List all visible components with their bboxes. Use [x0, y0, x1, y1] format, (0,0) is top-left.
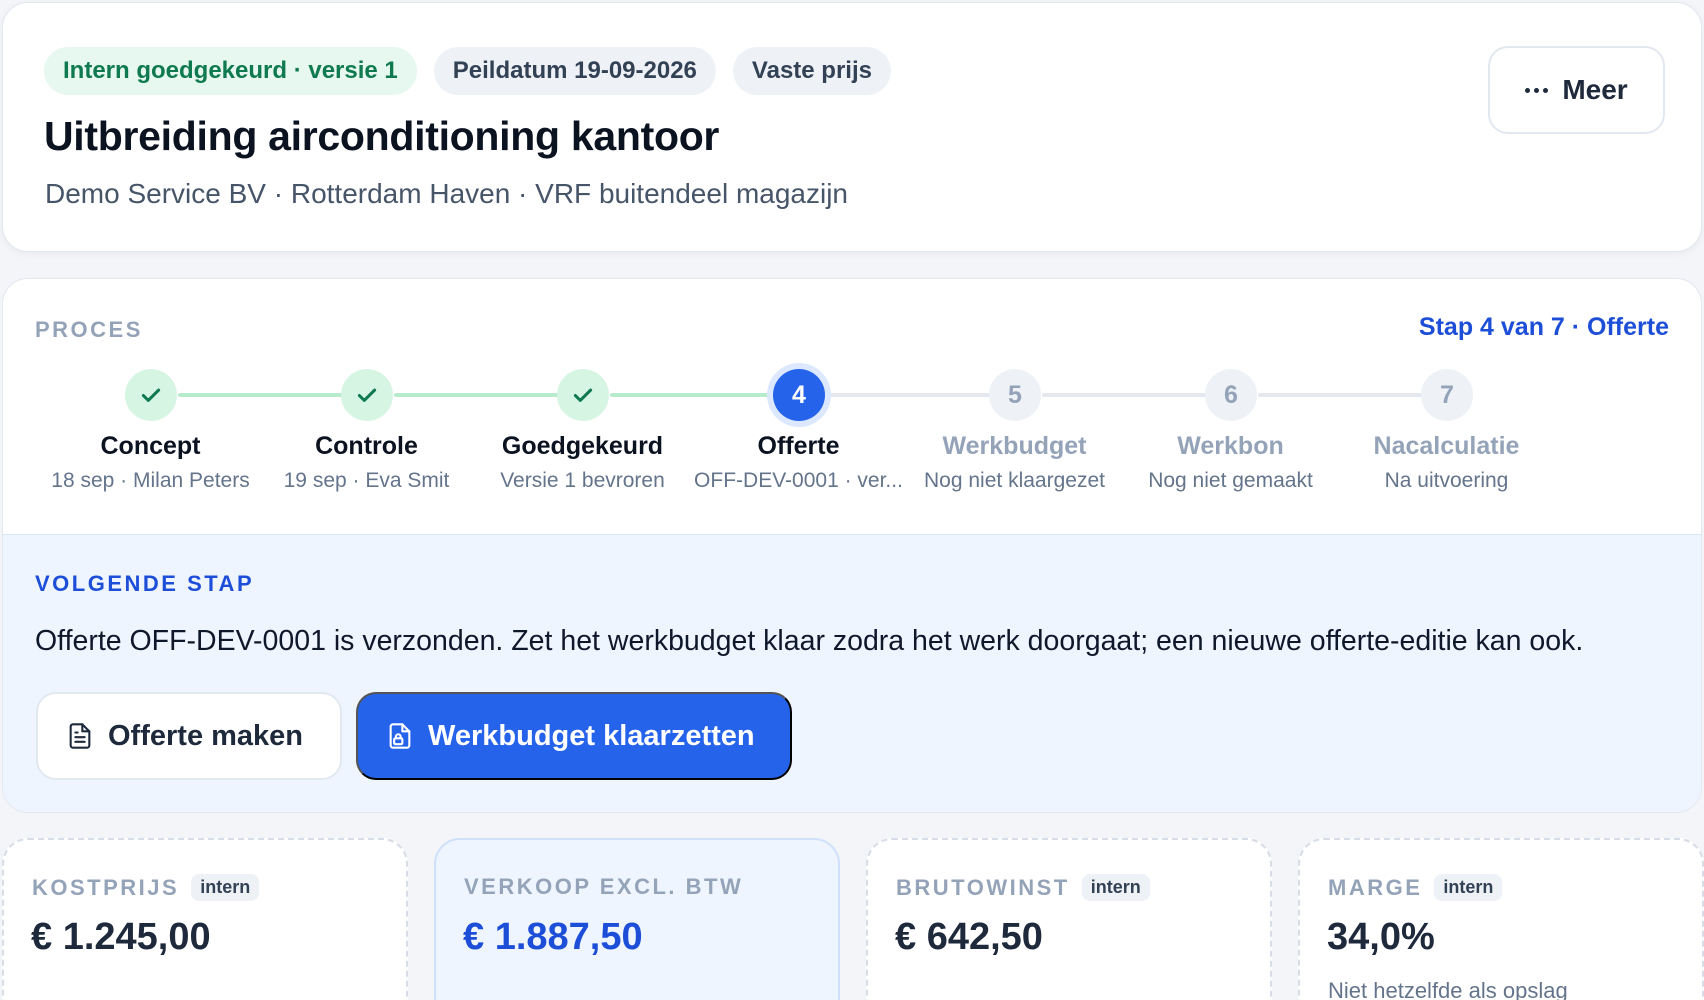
kpi-gross-value: € 642,50 [895, 916, 1043, 958]
step-goedgekeurd[interactable]: Goedgekeurd Versie 1 bevroren [465, 365, 700, 505]
step-name: Offerte [757, 432, 840, 460]
project-subtitle: Demo Service BV · Rotterdam Haven · VRF … [45, 178, 849, 209]
internal-badge: intern [191, 874, 260, 901]
step-detail: 18 sep · Milan Peters [51, 469, 250, 492]
create-quote-label: Offerte maken [108, 719, 304, 752]
kpi-cost: KOSTPRIJS intern € 1.245,00 [2, 838, 408, 1000]
step-nacalculatie[interactable]: 7 Nacalculatie Na uitvoering [1329, 365, 1564, 505]
step-name: Nacalculatie [1373, 432, 1520, 460]
create-quote-button[interactable]: Offerte maken [36, 692, 342, 780]
process-stepper: Concept 18 sep · Milan Peters Controle 1… [33, 365, 1678, 505]
prepare-budget-button[interactable]: Werkbudget klaarzetten [356, 692, 792, 780]
step-number: 4 [773, 369, 825, 421]
step-number: 7 [1421, 369, 1473, 421]
kpi-label-text: MARGE [1328, 874, 1423, 900]
reference-date-badge: Peildatum 19-09-2026 [433, 47, 716, 95]
more-button-label: Meer [1562, 74, 1628, 105]
kpi-sale-value: € 1.887,50 [463, 916, 643, 958]
process-panel: PROCES Stap 4 van 7 · Offerte Concept 18… [2, 278, 1702, 813]
more-dots-icon [1525, 87, 1549, 93]
kpi-label-text: BRUTOWINST [896, 874, 1070, 900]
kpi-margin-label: MARGE intern [1328, 874, 1503, 901]
kpi-label-text: VERKOOP EXCL. BTW [464, 874, 744, 899]
kpi-sale-label: VERKOOP EXCL. BTW [464, 874, 743, 900]
document-icon [69, 723, 91, 749]
check-icon [125, 369, 177, 421]
next-step-label: VOLGENDE STAP [35, 571, 255, 596]
kpi-sale: VERKOOP EXCL. BTW € 1.887,50 [434, 838, 840, 1000]
step-name: Werkbudget [942, 432, 1087, 460]
step-detail: 19 sep · Eva Smit [283, 469, 450, 492]
step-detail: Nog niet gemaakt [1148, 469, 1313, 492]
check-icon [557, 369, 609, 421]
step-concept[interactable]: Concept 18 sep · Milan Peters [33, 365, 268, 505]
step-number: 5 [989, 369, 1041, 421]
kpi-margin: MARGE intern 34,0% Niet hetzelfde als op… [1298, 838, 1704, 1000]
kpi-label-text: KOSTPRIJS [32, 874, 180, 900]
step-detail: OFF-DEV-0001 · ver... [694, 469, 903, 492]
step-number: 6 [1205, 369, 1257, 421]
kpi-margin-value: 34,0% [1327, 916, 1435, 958]
kpi-cost-value: € 1.245,00 [31, 916, 211, 958]
kpi-gross-label: BRUTOWINST intern [896, 874, 1150, 901]
step-name: Werkbon [1177, 432, 1284, 460]
step-werkbon[interactable]: 6 Werkbon Nog niet gemaakt [1113, 365, 1348, 505]
step-name: Controle [315, 432, 418, 460]
step-offerte[interactable]: 4 Offerte OFF-DEV-0001 · ver... [681, 365, 916, 505]
check-icon [341, 369, 393, 421]
approval-status-badge: Intern goedgekeurd · versie 1 [44, 47, 417, 95]
more-button[interactable]: Meer [1488, 46, 1665, 134]
step-detail: Versie 1 bevroren [500, 469, 665, 492]
page-title: Uitbreiding airconditioning kantoor [44, 113, 720, 159]
step-controle[interactable]: Controle 19 sep · Eva Smit [249, 365, 484, 505]
step-name: Goedgekeurd [501, 432, 664, 460]
project-header: Intern goedgekeurd · versie 1 Peildatum … [2, 2, 1702, 252]
internal-badge: intern [1434, 874, 1503, 901]
kpi-margin-note: Niet hetzelfde als opslag [1328, 978, 1568, 1000]
step-detail: Na uitvoering [1384, 469, 1509, 492]
document-lock-icon [389, 723, 411, 749]
internal-badge: intern [1081, 874, 1150, 901]
process-label: PROCES [35, 317, 143, 342]
next-step-text: Offerte OFF-DEV-0001 is verzonden. Zet h… [35, 625, 1584, 657]
step-detail: Nog niet klaargezet [924, 469, 1105, 492]
kpi-cost-label: KOSTPRIJS intern [32, 874, 260, 901]
kpi-gross-profit: BRUTOWINST intern € 642,50 [866, 838, 1272, 1000]
step-indicator: Stap 4 van 7 · Offerte [1418, 313, 1669, 341]
pricing-type-badge: Vaste prijs [732, 47, 891, 95]
prepare-budget-label: Werkbudget klaarzetten [428, 719, 755, 752]
status-chips: Intern goedgekeurd · versie 1 Peildatum … [44, 47, 891, 95]
step-name: Concept [100, 432, 201, 460]
step-werkbudget[interactable]: 5 Werkbudget Nog niet klaargezet [897, 365, 1132, 505]
next-step-panel: VOLGENDE STAP Offerte OFF-DEV-0001 is ve… [3, 534, 1701, 812]
